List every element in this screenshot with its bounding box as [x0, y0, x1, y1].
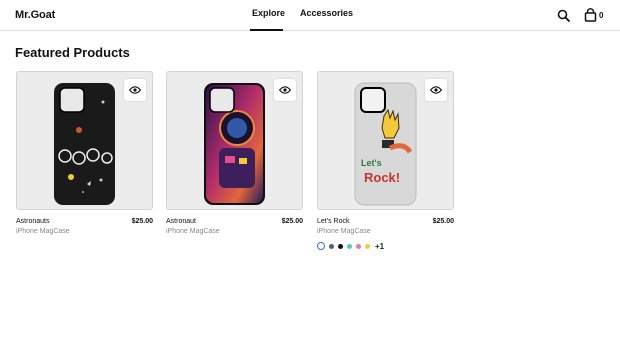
phone-case-image	[204, 83, 265, 205]
color-swatch[interactable]	[338, 243, 343, 249]
cart-count-badge: 0	[599, 11, 604, 20]
eye-icon	[279, 86, 291, 94]
svg-text:Rock!: Rock!	[364, 170, 400, 185]
quick-view-button[interactable]	[274, 79, 296, 101]
product-price: $25.00	[131, 218, 153, 225]
color-swatch[interactable]	[317, 242, 325, 250]
brand-logo[interactable]: Mr.Goat	[15, 9, 55, 21]
tab-explore[interactable]: Explore	[252, 8, 285, 18]
more-colors-label[interactable]: +1	[375, 242, 384, 251]
product-subtitle: iPhone MagCase	[16, 228, 70, 235]
phone-case-image: Let's Rock!	[354, 82, 417, 206]
shopping-bag-icon	[584, 8, 597, 22]
product-name[interactable]: Astronauts	[16, 218, 49, 225]
product-price: $25.00	[432, 218, 454, 225]
svg-text:Let's: Let's	[361, 158, 382, 168]
product-subtitle: iPhone MagCase	[166, 228, 220, 235]
color-swatch[interactable]	[356, 243, 361, 249]
product-image[interactable]: Let's Rock!	[317, 71, 454, 210]
product-name[interactable]: Astronaut	[166, 218, 196, 225]
product-subtitle: iPhone MagCase	[317, 228, 371, 235]
phone-case-image	[54, 83, 115, 205]
cart-button[interactable]	[584, 8, 597, 22]
product-image[interactable]	[16, 71, 153, 210]
color-swatches: +1	[317, 241, 384, 251]
search-button[interactable]	[557, 9, 570, 22]
active-tab-indicator	[250, 29, 283, 31]
color-swatch[interactable]	[329, 243, 334, 249]
tab-accessories[interactable]: Accessories	[300, 8, 353, 18]
page-title: Featured Products	[15, 45, 130, 60]
color-swatch[interactable]	[347, 243, 352, 249]
eye-icon	[129, 86, 141, 94]
product-image[interactable]	[166, 71, 303, 210]
site-header: Mr.Goat Explore Accessories 0	[0, 0, 620, 31]
quick-view-button[interactable]	[124, 79, 146, 101]
eye-icon	[430, 86, 442, 94]
product-price: $25.00	[281, 218, 303, 225]
color-swatch[interactable]	[365, 243, 370, 249]
quick-view-button[interactable]	[425, 79, 447, 101]
search-icon	[557, 9, 570, 22]
product-name[interactable]: Let's Rock	[317, 218, 349, 225]
